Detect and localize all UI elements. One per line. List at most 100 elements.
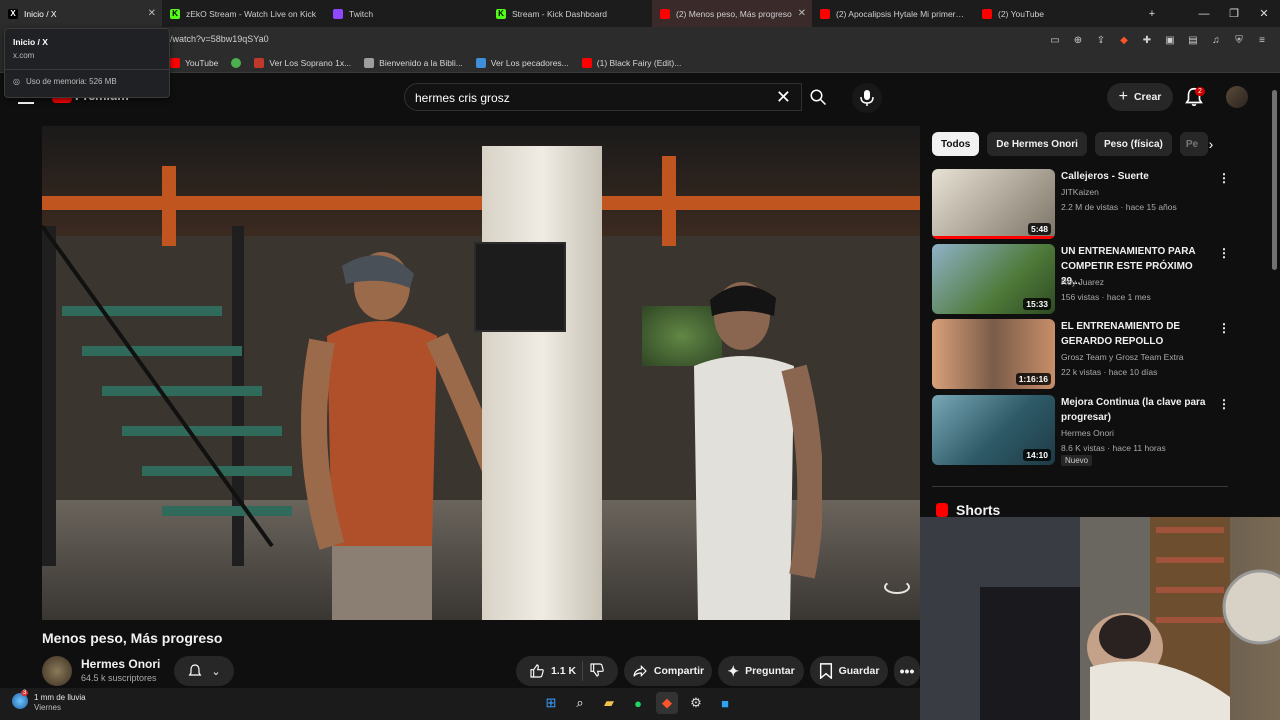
bell-icon: [188, 664, 202, 676]
voice-search-button[interactable]: [852, 83, 882, 113]
search-icon[interactable]: ⌕: [569, 692, 591, 714]
twitch-icon: [333, 8, 343, 19]
more-vert-icon[interactable]: ⋮: [1218, 321, 1230, 335]
chip-from-channel[interactable]: De Hermes Onori: [987, 132, 1087, 156]
brave-browser-icon[interactable]: ◆: [656, 692, 678, 714]
youtube-icon: [820, 8, 830, 19]
video-thumbnail[interactable]: 14:10: [932, 395, 1055, 465]
watch-progress-bar: [932, 236, 1055, 239]
video-title: Menos peso, Más progreso: [42, 630, 223, 646]
file-explorer-icon[interactable]: ▰: [598, 692, 620, 714]
browser-menu-icon[interactable]: ≡: [1254, 32, 1270, 48]
search-input[interactable]: hermes cris grosz ✕: [404, 83, 802, 111]
video-thumbnail[interactable]: 1:16:16: [932, 319, 1055, 389]
chip-weight-physics[interactable]: Peso (física): [1094, 132, 1172, 156]
share-icon[interactable]: ⇪: [1093, 32, 1109, 48]
section-divider: [932, 486, 1228, 487]
channel-name[interactable]: Hermes Onori: [81, 657, 160, 671]
tab-hover-tooltip: Inicio / X x.com ◎ Uso de memoria: 526 MB: [4, 28, 170, 98]
page-icon: [364, 58, 375, 68]
settings-icon[interactable]: ⚙: [685, 692, 707, 714]
tab-twitch[interactable]: Twitch: [325, 0, 488, 27]
notification-count-badge: 2: [1195, 87, 1205, 96]
minimize-button[interactable]: —: [1188, 0, 1220, 27]
spotify-icon[interactable]: ●: [627, 692, 649, 714]
windows-start-icon[interactable]: ⊞: [540, 692, 562, 714]
page-scrollbar[interactable]: [1272, 90, 1277, 270]
bookmark-green[interactable]: [231, 58, 242, 68]
more-vert-icon[interactable]: ⋮: [1218, 171, 1230, 185]
loading-spinner: [884, 580, 910, 594]
create-button[interactable]: + Crear: [1107, 83, 1173, 111]
save-button[interactable]: Guardar: [810, 656, 888, 686]
plus-icon: +: [1118, 88, 1128, 105]
memory-icon: ◎: [13, 77, 20, 86]
more-vert-icon[interactable]: ⋮: [1218, 397, 1230, 411]
video-app-icon[interactable]: ■: [714, 692, 736, 714]
address-bar-actions: ▭ ⊕ ⇪ ◆ ✚ ▣ ▤ ♫ ⛨ ≡: [1047, 32, 1270, 48]
channel-avatar[interactable]: [42, 656, 72, 686]
cast-icon[interactable]: ▭: [1047, 32, 1063, 48]
recommendation-item[interactable]: 1:16:16 EL ENTRENAMIENTO DE GERARDO REPO…: [932, 319, 1232, 389]
new-badge: Nuevo: [1061, 455, 1093, 466]
bookmark-pecadores[interactable]: Ver Los pecadores...: [475, 58, 569, 68]
bookmarks-bar: YouTube Ver Los Soprano 1x... Bienvenido…: [0, 54, 1280, 73]
video-thumbnail[interactable]: 5:48: [932, 169, 1055, 239]
ask-button[interactable]: ✦ Preguntar: [718, 656, 804, 686]
tab-youtube[interactable]: (2) YouTube: [974, 0, 1124, 27]
bookmark-biblioteca[interactable]: Bienvenido a la Bibli...: [364, 58, 463, 68]
recommendation-item[interactable]: 14:10 Mejora Continua (la clave para pro…: [932, 395, 1232, 466]
shorts-icon: [936, 503, 948, 517]
dislike-button[interactable]: [589, 662, 605, 681]
like-button[interactable]: 1.1 K: [529, 663, 576, 679]
sidebar-icon[interactable]: ▣: [1162, 32, 1178, 48]
tab-zeko-stream[interactable]: K zEkO Stream - Watch Live on Kick: [162, 0, 325, 27]
media-icon[interactable]: ♫: [1208, 32, 1224, 48]
brave-shield-icon[interactable]: ◆: [1116, 32, 1132, 48]
wallet-icon[interactable]: ▤: [1185, 32, 1201, 48]
new-tab-button[interactable]: +: [1136, 0, 1168, 27]
youtube-header: Premium hermes cris grosz ✕ + Crear 2: [0, 74, 1280, 120]
more-horizontal-icon: •••: [899, 663, 915, 679]
bookmark-black-fairy[interactable]: (1) Black Fairy (Edit)...: [581, 58, 681, 68]
weather-widget[interactable]: 3 1 mm de lluvia Viernes: [12, 690, 86, 712]
recommendation-item[interactable]: 5:48 Callejeros - Suerte JITKaizen 2.2 M…: [932, 169, 1232, 239]
zoom-icon[interactable]: ⊕: [1070, 32, 1086, 48]
search-icon: [810, 89, 827, 106]
chip-all[interactable]: Todos: [932, 132, 980, 156]
close-window-button[interactable]: ✕: [1248, 0, 1280, 27]
subscriber-count: 64.5 k suscriptores: [81, 673, 157, 683]
chevron-right-icon[interactable]: ›: [1200, 132, 1222, 156]
close-icon[interactable]: ✕: [798, 8, 806, 19]
subscription-bell-button[interactable]: ⌄: [174, 656, 234, 686]
tab-youtube-video[interactable]: (2) Menos peso, Más progreso ✕: [652, 0, 812, 27]
tab-youtube-hytale[interactable]: (2) Apocalipsis Hytale Mi primera Ve: [812, 0, 974, 27]
microphone-icon: [860, 90, 874, 106]
more-actions-button[interactable]: •••: [894, 656, 920, 686]
clear-search-icon[interactable]: ✕: [776, 87, 791, 108]
thumbs-down-icon: [590, 662, 604, 677]
vpn-icon[interactable]: ⛨: [1231, 32, 1247, 48]
athlete-white-shirt: [694, 282, 822, 620]
share-button[interactable]: Compartir: [624, 656, 712, 686]
like-dislike-group: 1.1 K: [516, 656, 618, 686]
video-thumbnail[interactable]: 15:33: [932, 244, 1055, 314]
kick-icon: K: [170, 8, 180, 19]
close-icon[interactable]: ✕: [148, 8, 156, 19]
tab-kick-dashboard[interactable]: K Stream - Kick Dashboard: [488, 0, 652, 27]
restore-button[interactable]: ❐: [1218, 0, 1250, 27]
taskbar-apps: ⊞ ⌕ ▰ ● ◆ ⚙ ■: [540, 692, 736, 714]
movie-icon: [254, 58, 265, 68]
video-player[interactable]: [42, 126, 920, 620]
more-vert-icon[interactable]: ⋮: [1218, 246, 1230, 260]
tab-x-home[interactable]: X Inicio / X ✕: [0, 0, 162, 27]
recommendation-item[interactable]: 15:33 UN ENTRENAMIENTO PARA COMPETIR EST…: [932, 244, 1232, 314]
extensions-icon[interactable]: ✚: [1139, 32, 1155, 48]
account-avatar[interactable]: [1226, 86, 1248, 108]
bookmark-soprano[interactable]: Ver Los Soprano 1x...: [254, 58, 351, 68]
url-field[interactable]: /watch?v=58bw19qSYa0: [170, 34, 269, 44]
search-button[interactable]: [802, 83, 834, 111]
address-bar: /watch?v=58bw19qSYa0 ▭ ⊕ ⇪ ◆ ✚ ▣ ▤ ♫ ⛨ ≡: [0, 27, 1280, 54]
share-arrow-icon: [633, 664, 647, 678]
bookmark-youtube[interactable]: YouTube: [170, 58, 218, 68]
